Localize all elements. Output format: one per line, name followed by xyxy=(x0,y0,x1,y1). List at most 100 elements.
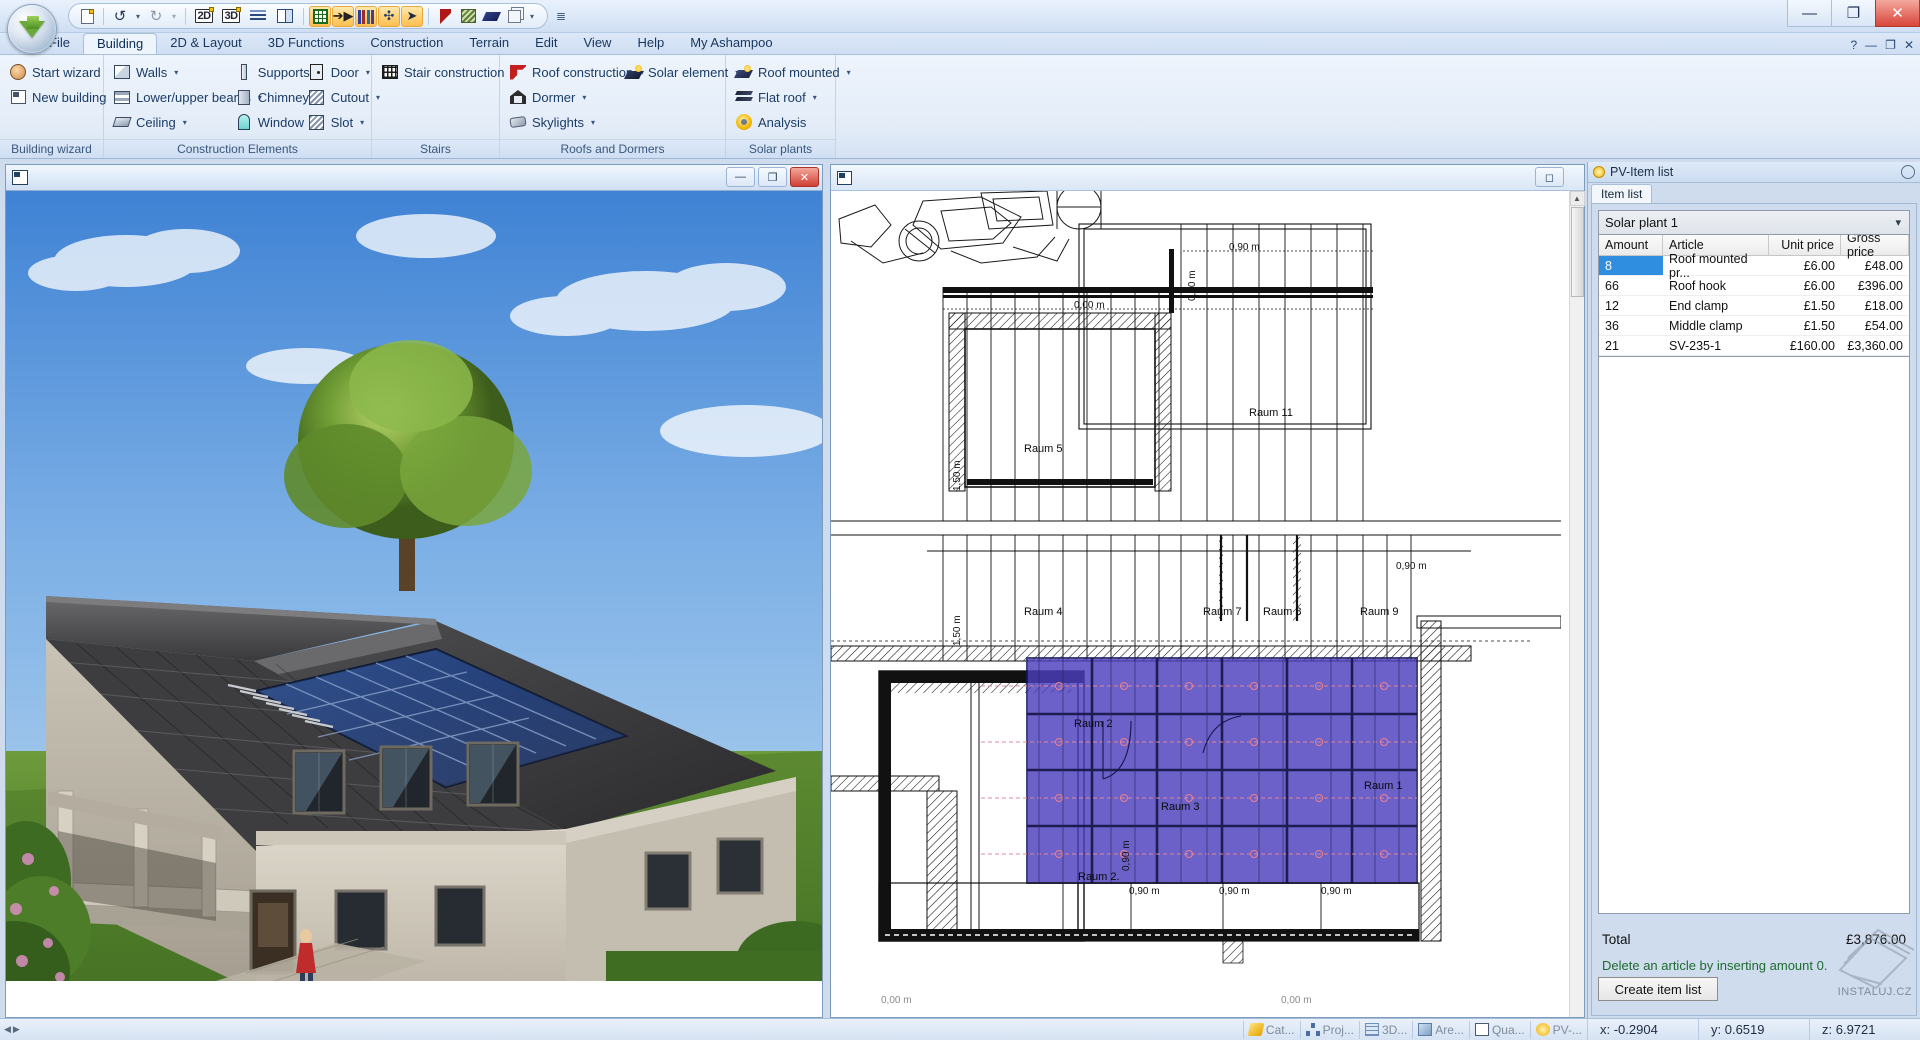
scroll-thumb[interactable] xyxy=(1571,207,1584,297)
table-row[interactable]: 8Roof mounted pr...£6.00£48.00 xyxy=(1599,256,1909,276)
select-tool-icon[interactable]: ➤ xyxy=(401,6,423,27)
ribbon-item-lower-upper-beams[interactable]: Lower/upper beams▾ xyxy=(110,85,232,109)
status-tab-3d[interactable]: 3D... xyxy=(1359,1021,1412,1039)
coordinate-y: y: 0.6519 xyxy=(1698,1019,1809,1040)
status-nav-prev[interactable]: ◀ xyxy=(4,1024,11,1035)
analysis-icon xyxy=(735,113,753,131)
ribbon-item-skylights[interactable]: Skylights▾ xyxy=(506,110,622,134)
ribbon-tab-view[interactable]: View xyxy=(571,33,625,54)
ribbon-item-flat-roof[interactable]: Flat roof▾ xyxy=(732,85,831,109)
ribbon-minimize-icon[interactable]: — xyxy=(1865,38,1877,52)
status-tab-pv[interactable]: PV-... xyxy=(1530,1021,1587,1039)
viewport-3d-minimize[interactable]: — xyxy=(726,167,755,187)
ribbon-item-window[interactable]: Window▾ xyxy=(232,110,305,134)
grid-toggle-icon[interactable] xyxy=(309,6,331,27)
table-row[interactable]: 12End clamp£1.50£18.00 xyxy=(1599,296,1909,316)
roof-tool-icon[interactable] xyxy=(434,6,456,27)
ribbon-tab-my-ashampoo[interactable]: My Ashampoo xyxy=(677,33,785,54)
undo-dropdown-icon[interactable]: ▾ xyxy=(132,6,144,27)
ribbon-item-walls[interactable]: Walls▾ xyxy=(110,60,232,84)
cell-article: SV-235-1 xyxy=(1663,336,1769,355)
scroll-up-arrow[interactable]: ▲ xyxy=(1570,191,1585,206)
redo-icon[interactable]: ↻ xyxy=(145,6,167,27)
window-close-button[interactable]: ✕ xyxy=(1875,0,1920,27)
viewport-3d-maximize[interactable]: ❐ xyxy=(758,167,787,187)
item-list-empty-area[interactable] xyxy=(1598,357,1910,914)
window-maximize-button[interactable]: ❐ xyxy=(1831,0,1876,27)
status-tab-are[interactable]: Are... xyxy=(1412,1021,1469,1039)
table-row[interactable]: 36Middle clamp£1.50£54.00 xyxy=(1599,316,1909,336)
chevron-down-icon[interactable]: ▾ xyxy=(366,68,370,77)
ribbon-item-stair-construction[interactable]: Stair construction▾ xyxy=(378,60,495,84)
table-row[interactable]: 21SV-235-1£160.00£3,360.00 xyxy=(1599,336,1909,356)
chevron-down-icon[interactable]: ▾ xyxy=(813,93,817,102)
chevron-down-icon[interactable]: ▾ xyxy=(183,118,187,127)
rafter-tool-icon[interactable] xyxy=(457,6,479,27)
chevron-down-icon[interactable]: ▾ xyxy=(591,118,595,127)
split-vertical-icon[interactable] xyxy=(272,6,298,27)
ribbon-item-label: Solar element xyxy=(648,65,728,80)
chevron-down-icon[interactable]: ▾ xyxy=(582,93,586,102)
snap-select-icon[interactable]: ➔▶ xyxy=(332,6,354,27)
viewport-2d[interactable]: ◻ xyxy=(830,164,1585,1018)
new-document-icon[interactable] xyxy=(76,6,98,27)
view-3d-icon[interactable]: 3D xyxy=(218,6,244,27)
ribbon-item-roof-mounted[interactable]: Roof mounted▾ xyxy=(732,60,831,84)
ribbon-item-ceiling[interactable]: Ceiling▾ xyxy=(110,110,232,134)
ribbon-close-icon[interactable]: ✕ xyxy=(1904,38,1914,52)
viewport-2d-restore[interactable]: ◻ xyxy=(1535,167,1564,187)
ribbon-restore-icon[interactable]: ❐ xyxy=(1885,38,1896,52)
ribbon-tab-terrain[interactable]: Terrain xyxy=(456,33,522,54)
ribbon-item-door[interactable]: Door▾ xyxy=(305,60,367,84)
view-2d-icon[interactable]: 2D xyxy=(191,6,217,27)
viewport-3d-close[interactable]: ✕ xyxy=(790,167,819,187)
status-tab-cat[interactable]: Cat... xyxy=(1243,1021,1300,1039)
ribbon-column: Solar element▾ xyxy=(622,60,721,139)
undo-icon[interactable]: ↺ xyxy=(109,6,131,27)
chevron-down-icon[interactable]: ▾ xyxy=(847,68,851,77)
qat-overflow-icon[interactable]: ≣ xyxy=(556,9,566,23)
tab-item-list[interactable]: Item list xyxy=(1591,184,1652,203)
status-nav-next[interactable]: ▶ xyxy=(13,1024,20,1035)
layers-icon[interactable] xyxy=(355,6,377,27)
collapse-icon[interactable] xyxy=(1901,165,1915,179)
ribbon-item-slot[interactable]: Slot▾ xyxy=(305,110,367,134)
ribbon-item-roof-construction[interactable]: Roof construction▾ xyxy=(506,60,622,84)
redo-dropdown-icon[interactable]: ▾ xyxy=(168,6,180,27)
ribbon-tab-help[interactable]: Help xyxy=(624,33,677,54)
floor-plan-canvas[interactable]: Raum 5Raum 11Raum 4Raum 7Raum 8Raum 9Rau… xyxy=(831,191,1569,1017)
magnet-snap-icon[interactable]: ✣ xyxy=(378,6,400,27)
status-tab-qua[interactable]: Qua... xyxy=(1469,1021,1530,1039)
ribbon-item-start-wizard[interactable]: Start wizard xyxy=(6,60,99,84)
chevron-down-icon[interactable]: ▾ xyxy=(360,118,364,127)
plan-vertical-scrollbar[interactable]: ▲ xyxy=(1569,191,1584,1017)
solar-plant-select[interactable]: Solar plant 1 ▾ xyxy=(1598,210,1910,235)
split-horizontal-icon[interactable] xyxy=(245,6,271,27)
ribbon-tab-construction[interactable]: Construction xyxy=(357,33,456,54)
ribbon-item-supports[interactable]: Supports▾ xyxy=(232,60,305,84)
create-item-list-button[interactable]: Create item list xyxy=(1598,977,1718,1001)
status-tab-proj[interactable]: Proj... xyxy=(1300,1021,1359,1039)
qat-dropdown-icon[interactable]: ▾ xyxy=(526,6,538,27)
application-menu-button[interactable] xyxy=(7,4,57,54)
ribbon-item-dormer[interactable]: Dormer▾ xyxy=(506,85,622,109)
ribbon-tab-3d-functions[interactable]: 3D Functions xyxy=(255,33,358,54)
ribbon-item-cutout[interactable]: Cutout▾ xyxy=(305,85,367,109)
window-minimize-button[interactable]: — xyxy=(1787,0,1832,27)
copy-tool-icon[interactable] xyxy=(503,6,525,27)
area-icon xyxy=(1418,1023,1432,1036)
help-icon[interactable]: ? xyxy=(1850,38,1857,52)
ribbon-tab-edit[interactable]: Edit xyxy=(522,33,570,54)
viewport-3d[interactable]: — ❐ ✕ xyxy=(5,164,823,1018)
ribbon-item-analysis[interactable]: Analysis xyxy=(732,110,831,134)
ribbon-tab-2d-layout[interactable]: 2D & Layout xyxy=(157,33,255,54)
ribbon-item-chimney[interactable]: Chimney▾ xyxy=(232,85,305,109)
chevron-down-icon[interactable]: ▾ xyxy=(174,68,178,77)
ribbon-item-solar-element[interactable]: Solar element▾ xyxy=(622,60,721,84)
solar-tool-icon[interactable] xyxy=(480,6,502,27)
cell-unit-price: £6.00 xyxy=(1769,276,1841,295)
ribbon-tab-building[interactable]: Building xyxy=(83,33,157,55)
render-3d-scene[interactable] xyxy=(6,191,822,1017)
table-row[interactable]: 66Roof hook£6.00£396.00 xyxy=(1599,276,1909,296)
ribbon-item-new-building[interactable]: New building xyxy=(6,85,99,109)
